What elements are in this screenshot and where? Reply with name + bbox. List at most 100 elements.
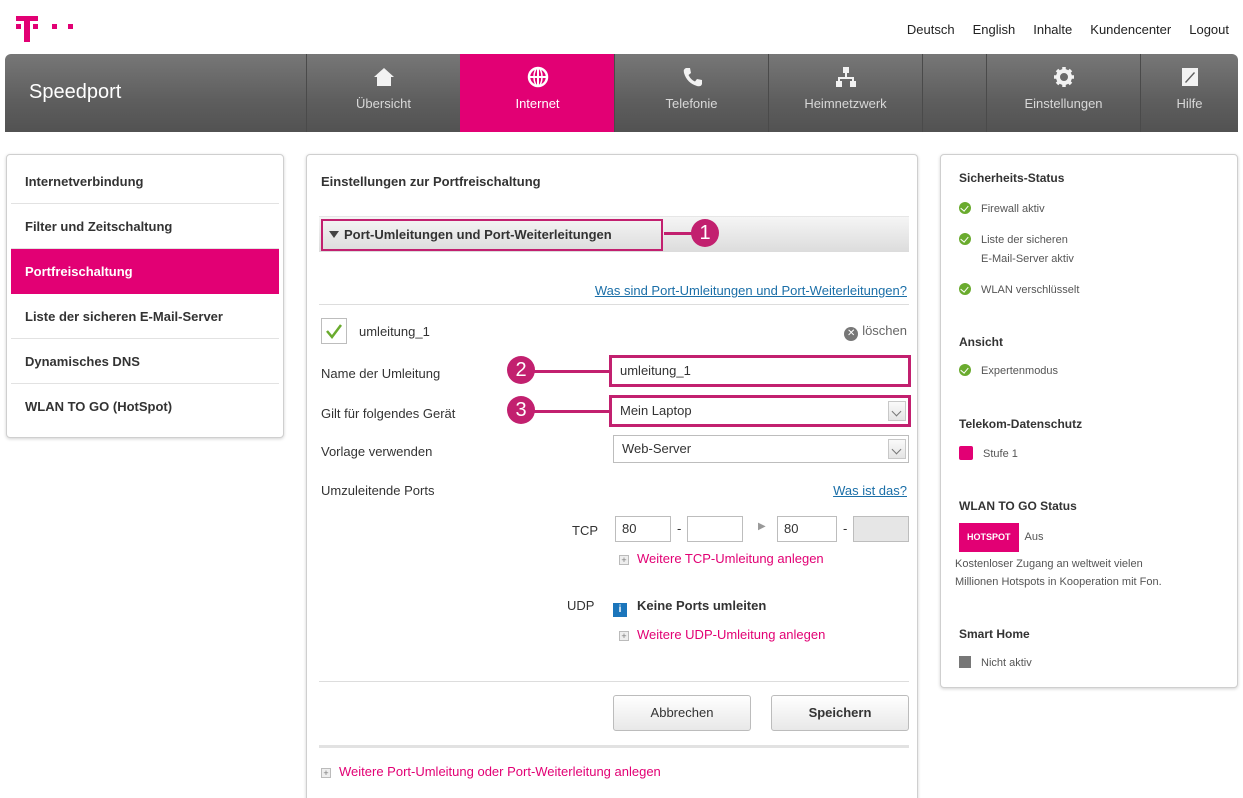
link-inhalte[interactable]: Inhalte [1033, 22, 1072, 37]
status-text: Aus [1024, 531, 1044, 543]
left-sidebar: Internetverbindung Filter und Zeitschalt… [6, 154, 284, 438]
status-text: Nicht aktiv [981, 657, 1032, 669]
add-tcp-link[interactable]: + Weitere TCP-Umleitung anlegen [619, 551, 824, 566]
divider [319, 304, 909, 305]
phone-icon [683, 68, 702, 87]
telekom-logo[interactable] [12, 14, 92, 44]
nav-label: Übersicht [356, 96, 411, 111]
nav-einstellungen[interactable]: Einstellungen [986, 54, 1140, 132]
gear-icon [1053, 67, 1074, 87]
link-english[interactable]: English [973, 22, 1016, 37]
sidebar-item-wlan-to-go[interactable]: WLAN TO GO (HotSpot) [11, 384, 279, 429]
nav-label: Internet [515, 96, 560, 111]
section-bar: Port-Umleitungen und Port-Weiterleitunge… [319, 216, 909, 252]
udp-label: UDP [567, 598, 595, 613]
device-select[interactable]: Mein Laptop [609, 395, 911, 427]
view-mode[interactable]: Expertenmodus [959, 362, 1058, 381]
check-circle-icon [959, 364, 971, 376]
callout-line-2 [533, 370, 611, 373]
nav-hilfe[interactable]: Hilfe [1140, 54, 1238, 132]
close-circle-icon: ✕ [844, 327, 859, 341]
save-button[interactable]: Speichern [771, 695, 909, 731]
tcp-target-from-input[interactable]: 80 [777, 516, 837, 542]
page-title: Einstellungen zur Portfreischaltung [321, 174, 541, 189]
delete-rule-button[interactable]: ✕ löschen [844, 323, 907, 341]
check-circle-icon [959, 283, 971, 295]
plus-icon: + [619, 631, 629, 641]
divider [319, 681, 909, 682]
status-text: Firewall aktiv [981, 203, 1045, 215]
check-circle-icon [959, 233, 971, 245]
link-logout[interactable]: Logout [1189, 22, 1229, 37]
section-label: Port-Umleitungen und Port-Weiterleitunge… [344, 227, 612, 242]
nav-heimnetzwerk[interactable]: Heimnetzwerk [768, 54, 922, 132]
privacy-title: Telekom-Datenschutz [959, 417, 1083, 431]
cancel-button[interactable]: Abbrechen [613, 695, 751, 731]
hotspot-status[interactable]: HOTSPOT Aus [959, 523, 1043, 552]
tcp-port-to-input[interactable] [687, 516, 743, 542]
ports-label: Umzuleitende Ports [321, 483, 435, 498]
sidebar-item-email-server[interactable]: Liste der sicheren E-Mail-Server [11, 294, 279, 339]
checkmark-icon [326, 324, 342, 340]
add-udp-link[interactable]: + Weitere UDP-Umleitung anlegen [619, 627, 825, 642]
sidebar-item-dyndns[interactable]: Dynamisches DNS [11, 339, 279, 384]
section-toggle-port-forwarding[interactable]: Port-Umleitungen und Port-Weiterleitunge… [321, 219, 663, 251]
smart-home-status: Nicht aktiv [959, 654, 1032, 673]
triangle-down-icon [329, 231, 339, 238]
lock-icon [959, 446, 973, 460]
check-circle-icon [959, 202, 971, 214]
sidebar-item-filter[interactable]: Filter und Zeitschaltung [11, 204, 279, 249]
wlan-desc-2: Millionen Hotspots in Kooperation mit Fo… [955, 576, 1162, 588]
home-icon [373, 68, 394, 86]
sidebar-item-internetverbindung[interactable]: Internetverbindung [11, 159, 279, 204]
status-square-icon [959, 656, 971, 668]
security-status-title: Sicherheits-Status [959, 171, 1065, 185]
help-link-port-forwarding[interactable]: Was sind Port-Umleitungen und Port-Weite… [595, 283, 907, 298]
add-tcp-label: Weitere TCP-Umleitung anlegen [637, 551, 824, 566]
nav-internet[interactable]: Internet [460, 54, 614, 132]
nav-telefonie[interactable]: Telefonie [614, 54, 768, 132]
callout-badge-1: 1 [691, 219, 719, 247]
udp-info-text: Keine Ports umleiten [637, 598, 767, 613]
help-icon [1181, 68, 1198, 86]
template-label: Vorlage verwenden [321, 444, 433, 459]
wlan-to-go-title: WLAN TO GO Status [959, 499, 1077, 513]
callout-line-3 [533, 410, 611, 413]
add-port-rule-link[interactable]: + Weitere Port-Umleitung oder Port-Weiter… [321, 764, 661, 779]
globe-icon [527, 66, 548, 88]
ports-help-link[interactable]: Was ist das? [833, 483, 907, 498]
add-udp-label: Weitere UDP-Umleitung anlegen [637, 627, 826, 642]
template-select[interactable]: Web-Server [613, 435, 909, 463]
sidebar-item-portfreischaltung[interactable]: Portfreischaltung [11, 249, 279, 294]
callout-badge-3: 3 [507, 396, 535, 424]
main-panel: Einstellungen zur Portfreischaltung Port… [306, 154, 918, 798]
rule-name-input[interactable]: umleitung_1 [609, 355, 911, 387]
nav-divider [922, 54, 923, 132]
plus-icon: + [619, 555, 629, 565]
link-deutsch[interactable]: Deutsch [907, 22, 955, 37]
view-title: Ansicht [959, 335, 1004, 349]
tcp-target-to-input[interactable] [853, 516, 909, 542]
top-header: Deutsch English Inhalte Kundencenter Log… [0, 0, 1243, 54]
nav-label: Heimnetzwerk [804, 96, 887, 111]
nav-label: Telefonie [665, 96, 718, 111]
arrow-right-icon: ▶ [758, 521, 766, 532]
chevron-down-icon [888, 439, 906, 459]
rule-enabled-checkbox[interactable] [321, 318, 347, 344]
divider [319, 745, 909, 748]
tcp-port-from-input[interactable]: 80 [615, 516, 671, 542]
brand-title: Speedport [29, 81, 122, 103]
main-navbar: Speedport Übersicht Internet Telefonie H… [5, 54, 1238, 132]
template-select-value: Web-Server [622, 441, 692, 456]
rule-name-label: umleitung_1 [359, 324, 430, 339]
nav-uebersicht[interactable]: Übersicht [306, 54, 460, 132]
udp-info: i Keine Ports umleiten [613, 598, 766, 617]
privacy-level[interactable]: Stufe 1 [959, 445, 1018, 464]
status-text: Stufe 1 [983, 448, 1018, 460]
status-wlan: WLAN verschlüsselt [959, 281, 1079, 300]
link-kundencenter[interactable]: Kundencenter [1090, 22, 1171, 37]
nav-label: Hilfe [1176, 96, 1203, 111]
tcp-label: TCP [572, 523, 598, 538]
range-dash: - [843, 521, 848, 536]
callout-badge-2: 2 [507, 356, 535, 384]
